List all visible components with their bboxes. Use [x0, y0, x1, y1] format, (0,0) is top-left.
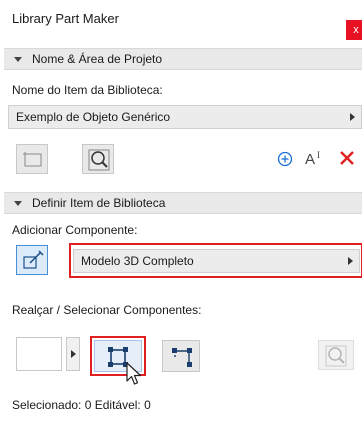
- zoom-to-fit-icon: [88, 149, 110, 171]
- zoom-component-button-disabled[interactable]: [318, 340, 354, 370]
- add-component-label: Adicionar Componente:: [12, 223, 138, 237]
- selection-status: Selecionado: 0 Editável: 0: [12, 398, 151, 412]
- dropdown-arrow-icon: [71, 350, 76, 358]
- zoom-icon: [325, 345, 347, 367]
- rectangle-select-icon: [23, 152, 42, 167]
- partial-selection-icon: [172, 348, 192, 367]
- highlight-select-label: Realçar / Selecionar Componentes:: [12, 303, 202, 317]
- dropdown-highlight-box: [69, 243, 362, 278]
- section-title: Definir Item de Biblioteca: [32, 196, 166, 210]
- section-header-define-library-item[interactable]: Definir Item de Biblioteca: [4, 192, 362, 214]
- item-name-dropdown[interactable]: Exemplo de Objeto Genérico: [8, 105, 362, 129]
- collapse-triangle-icon: [14, 201, 22, 206]
- close-icon: x: [353, 24, 359, 36]
- highlight-color-swatch[interactable]: [16, 337, 62, 371]
- dropdown-arrow-icon: [350, 113, 355, 121]
- close-button[interactable]: x: [346, 20, 362, 40]
- item-name-value: Exemplo de Objeto Genérico: [16, 110, 171, 124]
- highlight-color-menu[interactable]: [66, 337, 80, 371]
- collapse-triangle-icon: [14, 57, 22, 62]
- text-size-icon[interactable]: A I: [303, 148, 327, 168]
- rectangle-select-button[interactable]: [16, 144, 48, 174]
- section-header-project-name[interactable]: Nome & Área de Projeto: [4, 48, 362, 70]
- add-icon[interactable]: [276, 150, 294, 168]
- title-bar: Library Part Maker x: [0, 0, 362, 40]
- delete-icon[interactable]: [338, 149, 356, 167]
- window-title: Library Part Maker: [12, 11, 119, 26]
- svg-text:I: I: [317, 150, 320, 160]
- svg-text:A: A: [305, 151, 315, 168]
- section-title: Nome & Área de Projeto: [32, 52, 163, 66]
- zoom-to-fit-button[interactable]: [82, 144, 114, 174]
- edit-component-icon: [23, 250, 44, 269]
- add-component-tool-button[interactable]: [16, 245, 48, 275]
- item-name-label: Nome do Item da Biblioteca:: [12, 83, 163, 97]
- mouse-cursor-icon: [126, 362, 142, 385]
- select-subelement-button[interactable]: [162, 340, 200, 372]
